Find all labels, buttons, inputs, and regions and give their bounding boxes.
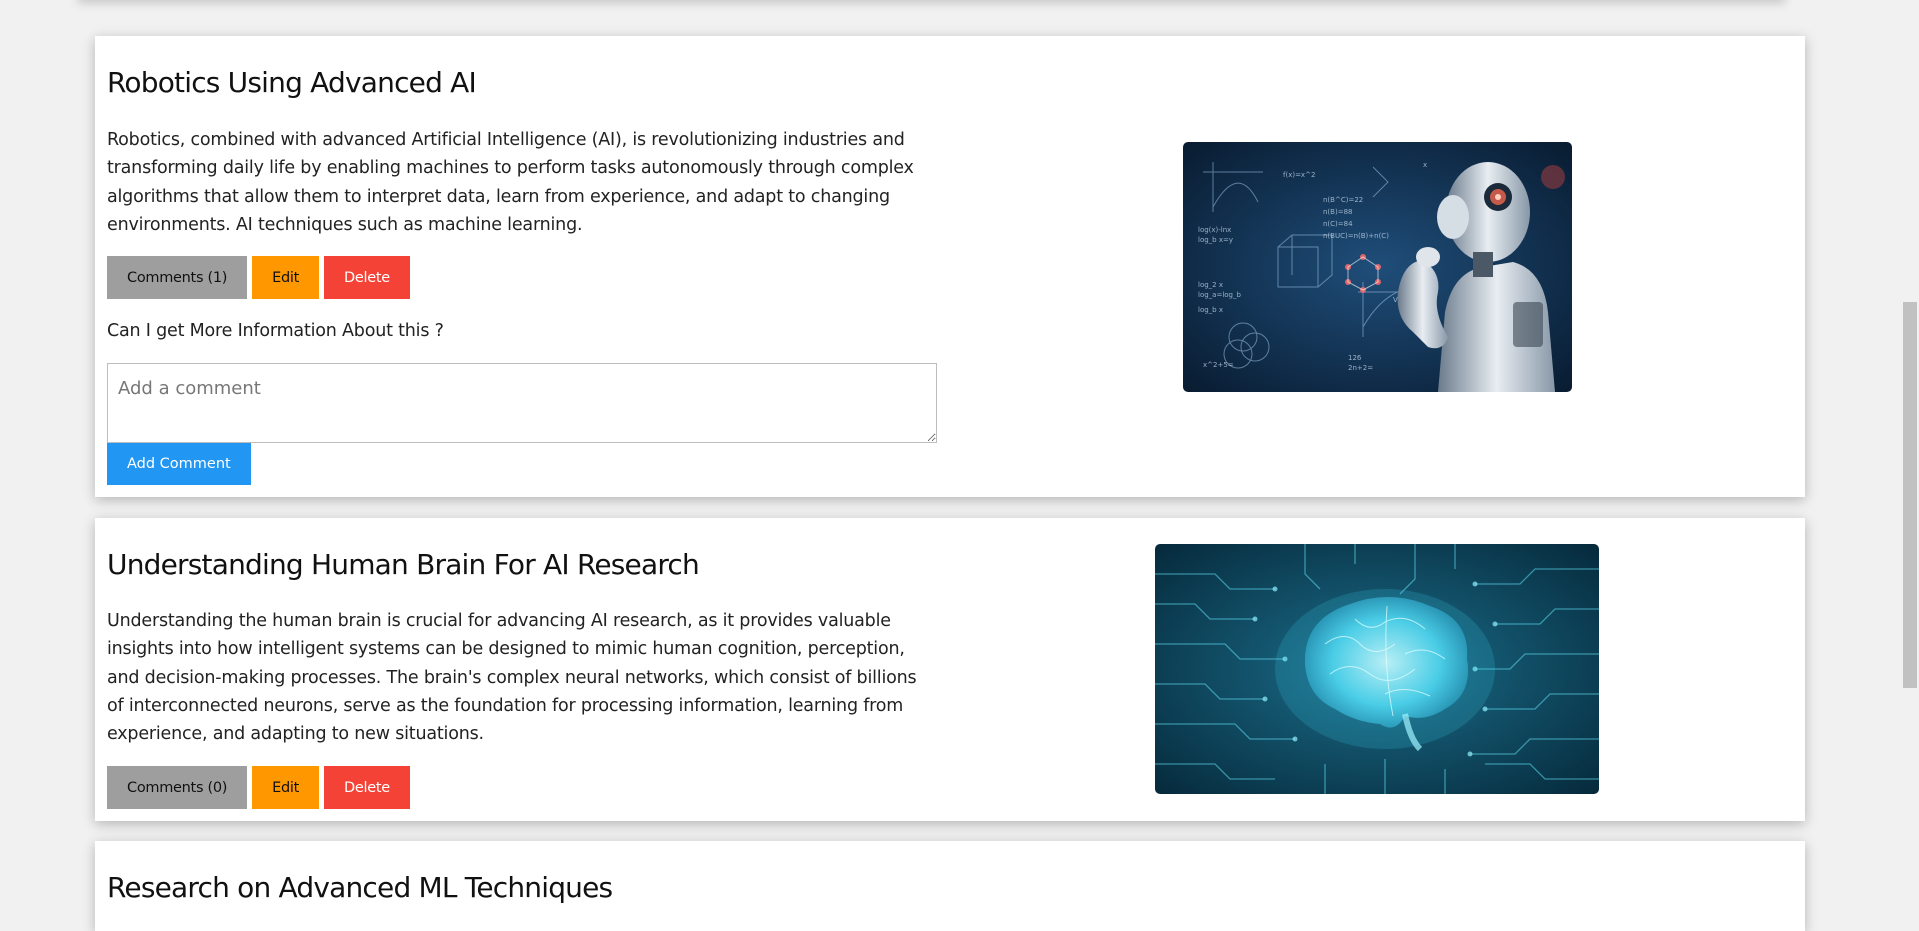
post-card: Understanding Human Brain For AI Researc… [95,518,1805,821]
post-actions: Comments (1) Edit Delete [107,256,410,299]
svg-text:f(x)=x^2: f(x)=x^2 [1283,171,1315,179]
post-card: Robotics Using Advanced AI Robotics, com… [95,36,1805,497]
post-body: Robotics, combined with advanced Artific… [107,130,914,235]
robot-illustration: log(x)-lnx log_b x=y log_2 x log_a=log_b l… [1183,142,1572,392]
post-title: Research on Advanced ML Techniques [107,871,613,904]
post-title: Robotics Using Advanced AI [107,66,477,99]
scrollbar-thumb[interactable] [1903,302,1917,688]
page-scrollbar[interactable] [1901,0,1919,909]
svg-text:log_a=log_b: log_a=log_b [1198,291,1241,299]
post-actions: Comments (0) Edit Delete [107,766,410,809]
delete-button[interactable]: Delete [324,256,410,299]
comments-button[interactable]: Comments (0) [107,766,248,809]
add-comment-button[interactable]: Add Comment [107,443,251,485]
svg-text:n(BUC)=n(B)+n(C): n(BUC)=n(B)+n(C) [1323,232,1389,240]
edit-button[interactable]: Edit [252,766,320,809]
svg-text:log_2 x: log_2 x [1198,281,1223,289]
post-image [1155,544,1599,794]
svg-text:n(B^C)=22: n(B^C)=22 [1323,196,1363,204]
svg-text:log(x)-lnx: log(x)-lnx [1198,226,1231,234]
post-body: Understanding the human brain is crucial… [107,611,917,745]
comment-input[interactable] [107,363,937,443]
svg-text:log_b x=y: log_b x=y [1198,236,1233,244]
comments-button[interactable]: Comments (1) [107,256,248,299]
svg-text:x: x [1423,161,1427,169]
svg-text:log_b x: log_b x [1198,306,1223,314]
svg-text:126: 126 [1348,354,1362,362]
post-title: Understanding Human Brain For AI Researc… [107,548,700,581]
edit-button[interactable]: Edit [252,256,320,299]
svg-text:n(B)=88: n(B)=88 [1323,208,1352,216]
svg-text:2n+2=: 2n+2= [1348,364,1373,372]
svg-text:n(C)=84: n(C)=84 [1323,220,1353,228]
post-card: Research on Advanced ML Techniques [95,841,1805,931]
post-image: log(x)-lnx log_b x=y log_2 x log_a=log_b l… [1183,142,1572,392]
delete-button[interactable]: Delete [324,766,410,809]
comment-item: Can I get More Information About this ? [107,321,444,341]
svg-text:x^2+5=: x^2+5= [1203,361,1234,369]
brain-illustration [1155,544,1599,794]
